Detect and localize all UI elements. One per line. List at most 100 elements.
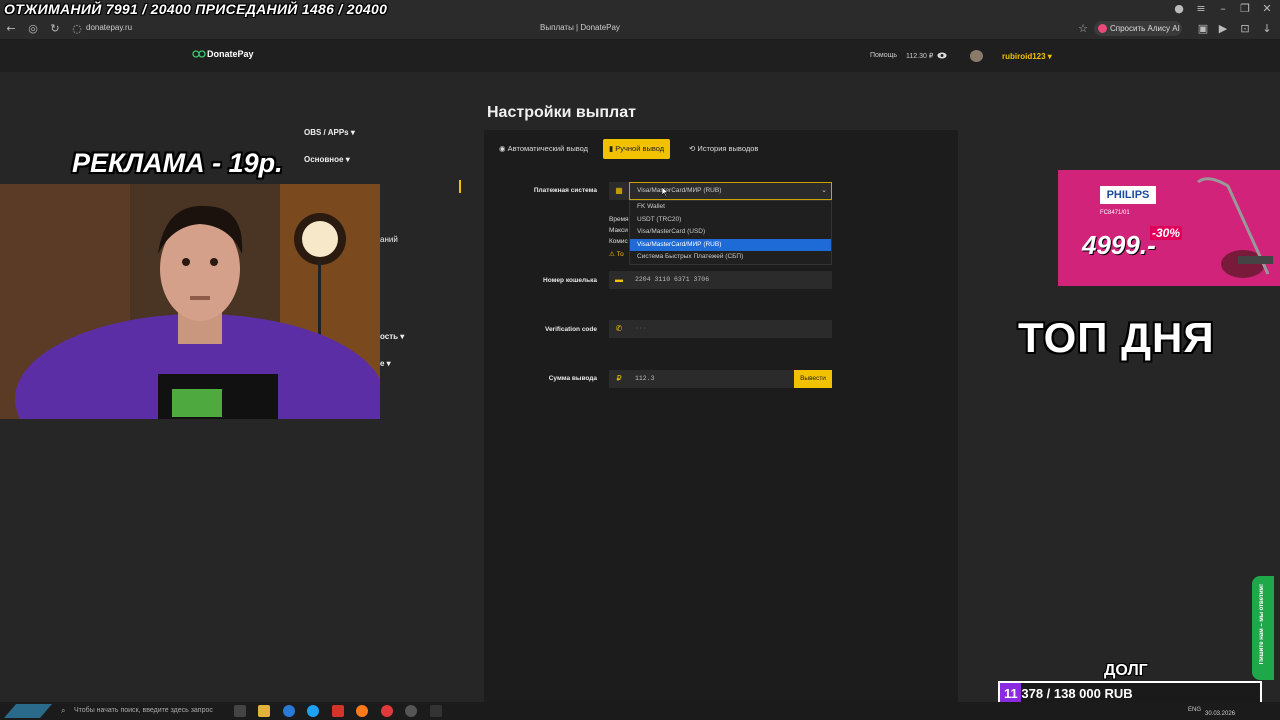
sidebar-item-label: Основное [304,155,344,164]
close-icon[interactable]: ✕ [1260,2,1274,16]
user-menu[interactable]: rubiroid123 ▾ [1002,52,1052,61]
site-header: DonatePay Помощь 112.30 ₽ rubiroid123 ▾ [0,40,1280,72]
taskbar-search-input[interactable]: ⌕ Чтобы начать поиск, введите здесь запр… [58,704,228,718]
ruble-icon: ₽ [609,370,629,388]
promo-price: 4999.- [1082,230,1156,260]
mouse-cursor-icon [662,187,669,197]
tab-withdraw-history[interactable]: ⟲ История выводов [683,139,764,159]
tab-label: История выводов [697,144,759,153]
search-icon: ⌕ [61,706,66,715]
translate-icon[interactable]: ▣ [1196,22,1210,36]
avatar[interactable] [970,50,983,62]
chevron-down-icon: ⌄ [821,187,827,194]
tab-label: Автоматический вывод [507,144,589,153]
file-explorer-icon[interactable] [258,705,270,717]
windows-taskbar: ⌕ Чтобы начать поиск, введите здесь запр… [0,702,1280,720]
sidebar-item-obs[interactable]: OBS / APPs ▾ [304,128,355,137]
language-indicator[interactable]: ENG [1188,707,1201,713]
restore-icon[interactable]: ❐ [1238,2,1252,16]
bank-icon: ▦ [609,182,629,200]
username-text: rubiroid123 [1002,52,1046,61]
vacuum-image [1197,177,1273,278]
option-visa-rub[interactable]: Visa/MasterCard/МИР (RUB) [630,238,831,252]
sidebar-item-label: OBS / APPs [304,128,349,137]
download-icon[interactable]: ↓ [1260,22,1274,36]
chat-tab-label: Пишите нам – мы ответим! [1259,584,1265,665]
sidebar-item-label: е [380,359,385,368]
media-icon[interactable]: ▶ [1216,22,1230,36]
edge-icon[interactable] [283,705,295,717]
help-link[interactable]: Помощь [870,52,897,59]
promo-brand: PHILIPS [1100,186,1156,204]
sidebar-item-label: аний [380,235,398,244]
alice-icon [1098,24,1107,33]
tab-label: Ручной вывод [615,144,665,153]
promo-model: FC8471/01 [1100,210,1130,216]
browser-tab-bar: ОТЖИМАНИЙ 7991 / 20400 ПРИСЕДАНИЙ 1486 /… [0,0,1280,18]
active-indicator [459,180,461,193]
tab-manual-withdraw[interactable]: ▮ Ручной вывод [603,139,671,159]
site-logo[interactable]: DonatePay [207,49,254,59]
option-visa-usd[interactable]: Visa/MasterCard (USD) [630,226,831,239]
debt-label: ДОЛГ [1104,662,1148,679]
limits-row-fee: Комис [609,238,628,245]
philips-promo-banner: PHILIPS FC8471/01 4999.- -30% [1058,170,1280,286]
donatepay-logo-icon [192,50,206,58]
challenge-counter-overlay: ОТЖИМАНИЙ 7991 / 20400 ПРИСЕДАНИЙ 1486 /… [4,1,388,17]
sidebar-item-partial-2[interactable]: ость ▾ [380,332,404,341]
bookmark-icon[interactable]: ☆ [1076,22,1090,36]
sidebar-item-partial-1[interactable]: аний [380,235,398,244]
amount-input[interactable]: 112.3 [629,370,794,388]
amount-label: Сумма вывода [548,375,597,382]
taskbar-date: 30.03.2026 [1205,711,1236,717]
sidebar-item-main[interactable]: Основное ▾ [304,155,350,164]
card-icon: ▬ [609,271,629,289]
payout-settings-panel: ◉ Автоматический вывод ▮ Ручной вывод ⟲ … [484,130,958,710]
firefox-icon[interactable] [356,705,368,717]
tab-auto-withdraw[interactable]: ◉ Автоматический вывод [493,139,594,159]
webcam-person-image [0,184,380,419]
limits-row-time: Время [609,216,629,223]
browser-address-bar: ← ◎ ↻ ◌ donatepay.ru Выплаты | DonatePay… [0,18,1280,40]
sidebar-item-label: ость [380,332,399,341]
sidebar-item-partial-3[interactable]: е ▾ [380,359,391,368]
eye-icon[interactable] [937,52,947,59]
warning-row: ⚠ То [609,251,624,258]
search-placeholder: Чтобы начать поиск, введите здесь запрос [74,707,213,714]
minimize-icon[interactable]: – [1216,2,1230,16]
warning-text: То [616,251,624,258]
payment-system-value: Visa/MasterCard/МИР (RUB) [637,187,722,194]
webcam-overlay [0,184,380,419]
withdraw-button[interactable]: Вывести [794,370,832,388]
balance-value: 112.30 ₽ [906,53,934,60]
page-title: Настройки выплат [487,104,636,121]
verification-label: Verification code [544,326,597,333]
verification-input[interactable]: ··· [629,320,832,338]
yandex-icon[interactable] [381,705,393,717]
start-button-icon[interactable] [4,704,52,718]
payment-system-label: Платежная система [533,187,597,194]
obs-icon[interactable] [405,705,417,717]
screenshot-icon[interactable]: ⊡ [1238,22,1252,36]
extensions-icon[interactable]: ≡ [1194,2,1208,16]
app-b-icon[interactable] [332,705,344,717]
ask-alice-button[interactable]: Спросить Алису AI [1094,21,1182,36]
option-sbp[interactable]: Система Быстрых Платежей (СБП) [630,251,831,264]
browser-icon[interactable] [307,705,319,717]
option-fk-wallet[interactable]: FK Wallet [630,201,831,214]
ad-price-overlay: РЕКЛАМА - 19р. [72,148,283,178]
limits-row-max: Макси [609,227,628,234]
page-title-text: Выплаты | DonatePay [540,23,620,32]
promo-discount: -30% [1150,226,1183,240]
ask-alice-label: Спросить Алису AI [1110,24,1180,33]
payment-system-select[interactable]: Visa/MasterCard/МИР (RUB) ⌄ [629,182,832,200]
payment-system-dropdown: FK Wallet USDT (TRC20) Visa/MasterCard (… [629,200,832,265]
wallet-input[interactable]: 2204 3110 6371 3706 [629,271,832,289]
task-view-icon[interactable] [234,705,246,717]
support-chat-tab[interactable]: Пишите нам – мы ответим! [1252,576,1274,680]
app-h-icon[interactable] [430,705,442,717]
top-of-day-overlay: ТОП ДНЯ [1018,314,1215,361]
profile-icon[interactable]: ● [1172,2,1186,16]
phone-icon: ✆ [609,320,629,338]
option-usdt[interactable]: USDT (TRC20) [630,214,831,227]
